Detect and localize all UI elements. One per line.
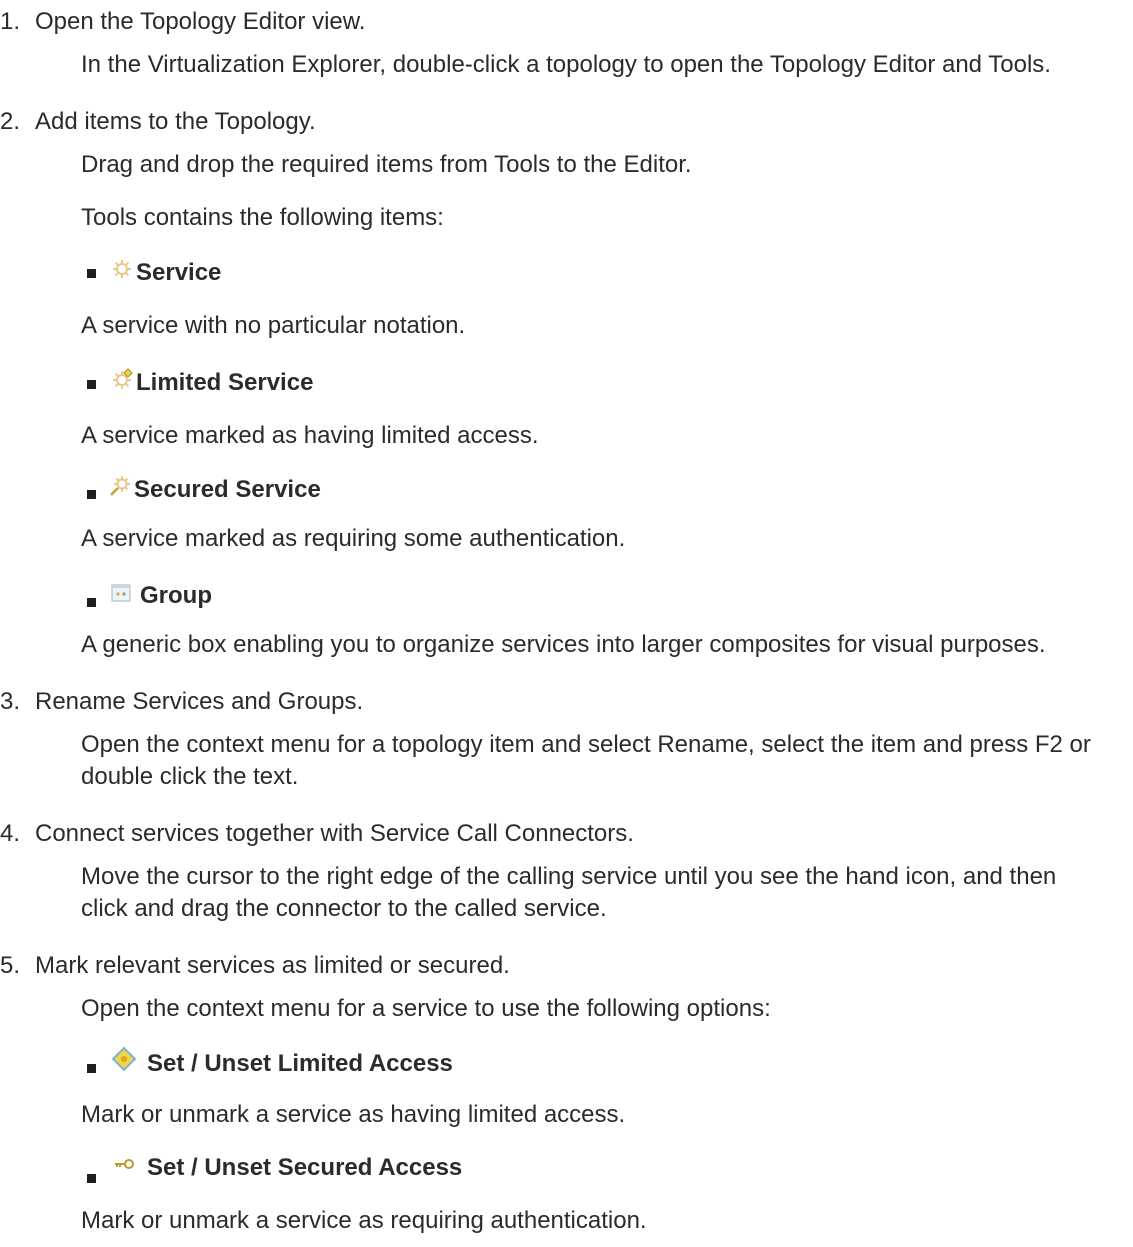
- step-1-title: Open the Topology Editor view.: [35, 8, 366, 35]
- step-2-text: Drag and drop the required items from To…: [81, 151, 692, 178]
- secured-gear-icon: [109, 474, 131, 506]
- list-item-label: Group: [140, 582, 212, 609]
- limited-gear-icon: [111, 367, 133, 399]
- key-icon: [111, 1152, 137, 1184]
- step-1-text: In the Virtualization Explorer, double-c…: [81, 51, 1051, 78]
- list-item-desc: A generic box enabling you to organize s…: [81, 631, 1046, 658]
- list-bullet: [87, 1064, 96, 1073]
- list-bullet: [87, 598, 96, 607]
- step-4-number: 4.: [0, 820, 21, 847]
- step-3-number: 3.: [0, 688, 21, 715]
- list-item-label: Limited Service: [136, 369, 314, 396]
- list-item-label: Set / Unset Limited Access: [147, 1049, 453, 1077]
- list-item-secured-service: Secured Service: [109, 474, 321, 506]
- list-item-desc: A service with no particular notation.: [81, 312, 466, 339]
- step-2-text-2: Tools contains the following items:: [81, 204, 444, 231]
- list-item-label: Set / Unset Secured Access: [147, 1154, 463, 1181]
- step-5-number: 5.: [0, 952, 21, 979]
- step-4-text: Move the cursor to the right edge of the…: [81, 863, 1057, 923]
- gear-icon: [111, 257, 133, 289]
- step-2-title: Add items to the Topology.: [35, 108, 316, 135]
- step-3-title: Rename Services and Groups.: [35, 688, 364, 715]
- list-bullet: [87, 1174, 96, 1183]
- step-5-title: Mark relevant services as limited or sec…: [35, 952, 510, 979]
- list-item-limited-service: Limited Service: [111, 367, 313, 399]
- list-bullet: [87, 490, 96, 499]
- list-bullet: [87, 380, 96, 389]
- list-item-desc: A service marked as requiring some authe…: [81, 525, 626, 552]
- list-item-desc: Mark or unmark a service as requiring au…: [81, 1207, 647, 1234]
- group-icon: [111, 580, 131, 612]
- step-5-text: Open the context menu for a service to u…: [81, 995, 771, 1022]
- list-item-secured-access: Set / Unset Secured Access: [111, 1152, 462, 1184]
- list-item-label: Service: [136, 259, 222, 286]
- step-1-number: 1.: [0, 8, 21, 35]
- limited-access-diamond-icon: [111, 1046, 137, 1081]
- step-3-text: Open the context menu for a topology ite…: [81, 731, 1091, 791]
- list-item-label: Secured Service: [134, 476, 321, 503]
- step-4-title: Connect services together with Service C…: [35, 820, 634, 847]
- list-bullet: [87, 269, 96, 278]
- list-item-desc: A service marked as having limited acces…: [81, 422, 539, 449]
- list-item-limited-access: Set / Unset Limited Access: [111, 1046, 453, 1081]
- list-item-desc: Mark or unmark a service as having limit…: [81, 1101, 626, 1128]
- list-item-service: Service: [111, 257, 221, 289]
- list-item-group: Group: [111, 580, 212, 612]
- step-2-number: 2.: [0, 108, 21, 135]
